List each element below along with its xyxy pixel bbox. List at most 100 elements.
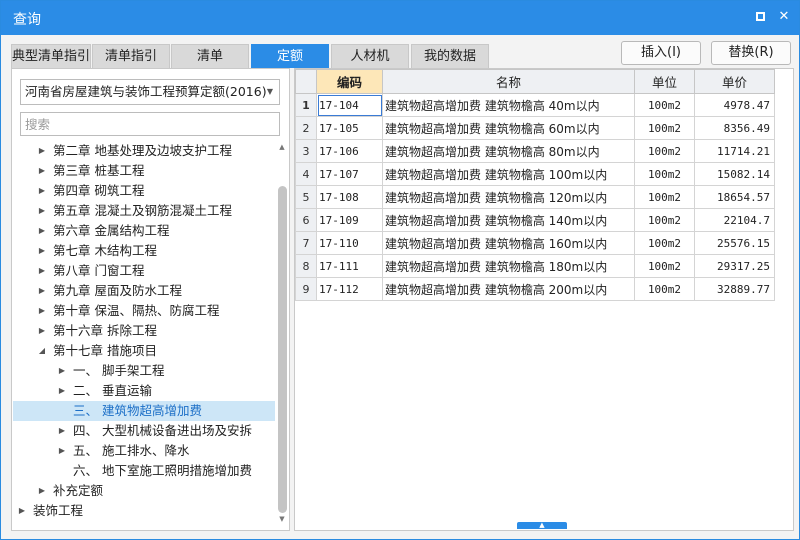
- cell-price[interactable]: 22104.7: [694, 208, 775, 232]
- cell-code[interactable]: 17-104: [316, 93, 383, 117]
- cell-code[interactable]: 17-107: [316, 162, 383, 186]
- tree-collapsed-icon[interactable]: ▶: [56, 421, 68, 441]
- cell-unit[interactable]: 100m2: [634, 185, 695, 209]
- cell-name[interactable]: 建筑物超高增加费 建筑物檐高 200m以内: [382, 277, 635, 301]
- tab-quota[interactable]: 定额: [251, 44, 329, 68]
- search-input[interactable]: [20, 112, 280, 136]
- tree-collapsed-icon[interactable]: ▶: [36, 241, 48, 261]
- cell-code[interactable]: 17-109: [316, 208, 383, 232]
- table-row[interactable]: 8 17-111 建筑物超高增加费 建筑物檐高 180m以内 100m2 29317.2…: [295, 254, 775, 278]
- cell-price[interactable]: 15082.14: [694, 162, 775, 186]
- table-row[interactable]: 7 17-110 建筑物超高增加费 建筑物檐高 160m以内 100m2 25576.1…: [295, 231, 775, 255]
- cell-price[interactable]: 11714.21: [694, 139, 775, 163]
- cell-code[interactable]: 17-105: [316, 116, 383, 140]
- table-row[interactable]: 5 17-108 建筑物超高增加费 建筑物檐高 120m以内 100m2 18654.5…: [295, 185, 775, 209]
- cell-code[interactable]: 17-111: [316, 254, 383, 278]
- cell-price[interactable]: 32889.77: [694, 277, 775, 301]
- table-row[interactable]: 2 17-105 建筑物超高增加费 建筑物檐高 60m以内 100m2 8356.49: [295, 116, 775, 140]
- column-header-price[interactable]: 单价: [694, 69, 775, 94]
- tree-node[interactable]: ▶ 第十六章 拆除工程: [13, 321, 275, 341]
- cell-unit[interactable]: 100m2: [634, 208, 695, 232]
- row-number[interactable]: 2: [295, 116, 317, 140]
- cell-unit[interactable]: 100m2: [634, 254, 695, 278]
- tree-collapsed-icon[interactable]: ▶: [36, 321, 48, 341]
- cell-unit[interactable]: 100m2: [634, 139, 695, 163]
- corner-cell[interactable]: [295, 69, 317, 94]
- tree-collapsed-icon[interactable]: ▶: [36, 201, 48, 221]
- tree-node[interactable]: ▶ 装饰工程: [13, 501, 275, 521]
- tree-collapsed-icon[interactable]: ▶: [36, 141, 48, 161]
- replace-button[interactable]: 替换(R): [711, 41, 791, 65]
- tree-node[interactable]: ▶ 第三章 桩基工程: [13, 161, 275, 181]
- cell-price[interactable]: 29317.25: [694, 254, 775, 278]
- scroll-up-icon[interactable]: ▲: [276, 141, 288, 153]
- tree-expanded-icon[interactable]: ◢: [36, 341, 48, 361]
- scroll-thumb[interactable]: [278, 186, 287, 513]
- quota-library-select[interactable]: 河南省房屋建筑与装饰工程预算定额(2016) ▼: [20, 79, 280, 105]
- cell-name[interactable]: 建筑物超高增加费 建筑物檐高 80m以内: [382, 139, 635, 163]
- row-number[interactable]: 5: [295, 185, 317, 209]
- table-row[interactable]: 9 17-112 建筑物超高增加费 建筑物檐高 200m以内 100m2 32889.7…: [295, 277, 775, 301]
- table-row[interactable]: 6 17-109 建筑物超高增加费 建筑物檐高 140m以内 100m2 22104.7: [295, 208, 775, 232]
- row-number[interactable]: 3: [295, 139, 317, 163]
- cell-name[interactable]: 建筑物超高增加费 建筑物檐高 160m以内: [382, 231, 635, 255]
- tree-node[interactable]: ▶ 二、 垂直运输: [13, 381, 275, 401]
- cell-code[interactable]: 17-110: [316, 231, 383, 255]
- tree-collapsed-icon[interactable]: ▶: [36, 281, 48, 301]
- cell-unit[interactable]: 100m2: [634, 277, 695, 301]
- maximize-icon[interactable]: [753, 9, 769, 25]
- tree-node[interactable]: ▶ 一、 脚手架工程: [13, 361, 275, 381]
- tree-node[interactable]: ▶ 五、 施工排水、降水: [13, 441, 275, 461]
- tree-collapsed-icon[interactable]: ▶: [36, 261, 48, 281]
- tab-typical-list-guide[interactable]: 典型清单指引: [11, 44, 91, 68]
- cell-price[interactable]: 8356.49: [694, 116, 775, 140]
- column-header-unit[interactable]: 单位: [634, 69, 695, 94]
- tree-collapsed-icon[interactable]: ▶: [56, 381, 68, 401]
- tree-node[interactable]: ▶ 第四章 砌筑工程: [13, 181, 275, 201]
- close-icon[interactable]: ✕: [776, 9, 792, 25]
- row-number[interactable]: 8: [295, 254, 317, 278]
- tab-my-data[interactable]: 我的数据: [411, 44, 489, 68]
- tree-collapsed-icon[interactable]: ▶: [16, 501, 28, 521]
- cell-code[interactable]: 17-108: [316, 185, 383, 209]
- scroll-down-icon[interactable]: ▼: [276, 513, 288, 525]
- cell-unit[interactable]: 100m2: [634, 93, 695, 117]
- tree-node[interactable]: ▶ 第九章 屋面及防水工程: [13, 281, 275, 301]
- table-row[interactable]: 3 17-106 建筑物超高增加费 建筑物檐高 80m以内 100m2 11714.21: [295, 139, 775, 163]
- column-header-code[interactable]: 编码: [316, 69, 383, 94]
- tree-collapsed-icon[interactable]: ▶: [36, 181, 48, 201]
- row-number[interactable]: 9: [295, 277, 317, 301]
- tree-node[interactable]: 六、 地下室施工照明措施增加费: [13, 461, 275, 481]
- tree-node[interactable]: 三、 建筑物超高增加费: [13, 401, 275, 421]
- cell-name[interactable]: 建筑物超高增加费 建筑物檐高 100m以内: [382, 162, 635, 186]
- table-row[interactable]: 1 17-104 建筑物超高增加费 建筑物檐高 40m以内 100m2 4978.47: [295, 93, 775, 117]
- cell-price[interactable]: 25576.15: [694, 231, 775, 255]
- cell-code[interactable]: 17-106: [316, 139, 383, 163]
- tree-node[interactable]: ▶ 第五章 混凝土及钢筋混凝土工程: [13, 201, 275, 221]
- column-header-name[interactable]: 名称: [382, 69, 635, 94]
- cell-code[interactable]: 17-112: [316, 277, 383, 301]
- tree-collapsed-icon[interactable]: ▶: [36, 221, 48, 241]
- cell-name[interactable]: 建筑物超高增加费 建筑物檐高 140m以内: [382, 208, 635, 232]
- title-bar[interactable]: 查询 ✕: [1, 1, 799, 35]
- row-number[interactable]: 1: [295, 93, 317, 117]
- table-row[interactable]: 4 17-107 建筑物超高增加费 建筑物檐高 100m以内 100m2 15082.1…: [295, 162, 775, 186]
- cell-unit[interactable]: 100m2: [634, 231, 695, 255]
- tree-collapsed-icon[interactable]: ▶: [56, 441, 68, 461]
- panel-splitter-handle[interactable]: ▲: [517, 522, 567, 529]
- tree-node[interactable]: ◢ 第十七章 措施项目: [13, 341, 275, 361]
- tree-collapsed-icon[interactable]: ▶: [36, 481, 48, 501]
- cell-name[interactable]: 建筑物超高增加费 建筑物檐高 60m以内: [382, 116, 635, 140]
- tab-labor-material-machine[interactable]: 人材机: [331, 44, 409, 68]
- cell-name[interactable]: 建筑物超高增加费 建筑物檐高 40m以内: [382, 93, 635, 117]
- tree-vertical-scrollbar[interactable]: ▲ ▼: [276, 141, 288, 525]
- tree-node[interactable]: ▶ 第七章 木结构工程: [13, 241, 275, 261]
- row-number[interactable]: 6: [295, 208, 317, 232]
- tree-node[interactable]: ▶ 四、 大型机械设备进出场及安拆: [13, 421, 275, 441]
- tab-list[interactable]: 清单: [171, 44, 249, 68]
- cell-unit[interactable]: 100m2: [634, 162, 695, 186]
- row-number[interactable]: 7: [295, 231, 317, 255]
- tree-collapsed-icon[interactable]: ▶: [56, 361, 68, 381]
- tree-node[interactable]: ▶ 第十章 保温、隔热、防腐工程: [13, 301, 275, 321]
- tree-node[interactable]: ▶ 补充定额: [13, 481, 275, 501]
